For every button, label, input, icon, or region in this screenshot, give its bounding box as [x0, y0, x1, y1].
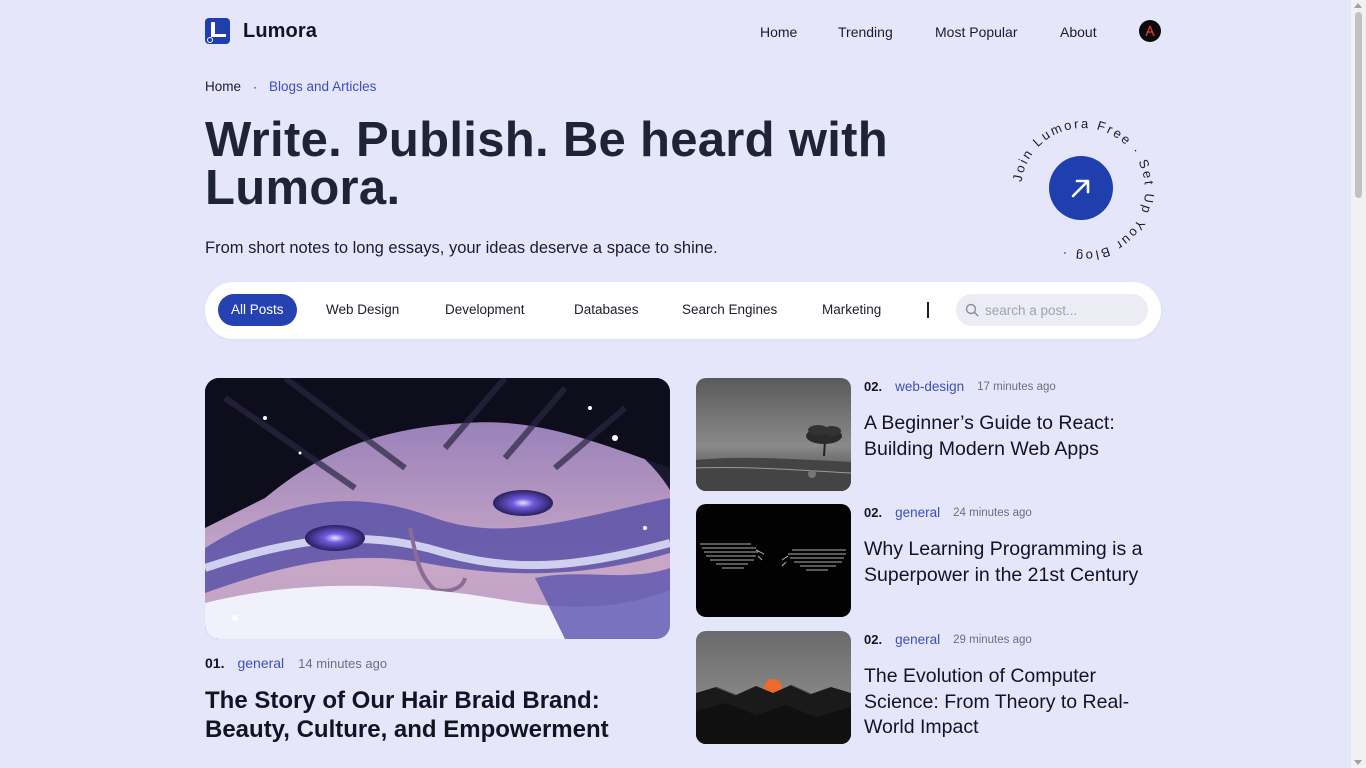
nav-home[interactable]: Home	[760, 24, 797, 40]
post-time: 29 minutes ago	[953, 633, 1032, 646]
category-filter-bar: All Posts Web Design Development Databas…	[205, 282, 1161, 339]
avatar-logo-icon	[1145, 25, 1155, 37]
post-time: 17 minutes ago	[977, 380, 1056, 393]
logo-icon	[205, 18, 230, 44]
join-button[interactable]	[1049, 156, 1113, 220]
nav-trending[interactable]: Trending	[838, 24, 893, 40]
post-thumbnail[interactable]	[696, 631, 851, 744]
list-item[interactable]: 02. general 29 minutes ago The Evolution…	[696, 631, 1161, 745]
search-input[interactable]	[985, 294, 1140, 326]
breadcrumb-home[interactable]: Home	[205, 79, 241, 94]
list-item[interactable]: 02. general 24 minutes ago Why Learning …	[696, 504, 1161, 618]
filter-all-posts[interactable]: All Posts	[218, 294, 297, 326]
page-scrollbar[interactable]	[1351, 0, 1366, 768]
brand-logo[interactable]: Lumora	[205, 18, 317, 44]
filter-web-design[interactable]: Web Design	[326, 294, 399, 326]
page-title: Write. Publish. Be heard with Lumora.	[205, 113, 888, 215]
nav-most-popular[interactable]: Most Popular	[935, 24, 1017, 40]
featured-post-title[interactable]: The Story of Our Hair Braid Brand: Beaut…	[205, 686, 675, 744]
post-image	[696, 504, 851, 617]
post-category[interactable]: general	[237, 655, 284, 671]
post-meta: 02. general 29 minutes ago	[864, 632, 1032, 647]
post-number: 02.	[864, 379, 883, 394]
search-icon	[965, 303, 979, 317]
arrow-up-right-icon	[1071, 179, 1090, 198]
post-category[interactable]: general	[895, 632, 940, 647]
featured-post-image[interactable]	[205, 378, 670, 639]
filter-databases[interactable]: Databases	[574, 294, 639, 326]
search-box[interactable]	[956, 294, 1148, 326]
illustration-image	[205, 378, 670, 639]
page-subtitle: From short notes to long essays, your id…	[205, 239, 718, 257]
post-thumbnail[interactable]	[696, 504, 851, 617]
scroll-up-arrow-icon[interactable]	[1354, 3, 1362, 8]
scroll-down-arrow-icon[interactable]	[1354, 760, 1362, 765]
post-image	[696, 631, 851, 744]
brand-name: Lumora	[243, 19, 317, 42]
post-title[interactable]: The Evolution of Computer Science: From …	[864, 664, 1159, 741]
featured-post-meta: 01. general 14 minutes ago	[205, 655, 387, 671]
filter-development[interactable]: Development	[445, 294, 525, 326]
filter-marketing[interactable]: Marketing	[822, 294, 881, 326]
user-avatar[interactable]	[1139, 20, 1161, 42]
post-thumbnail[interactable]	[696, 378, 851, 491]
post-time: 14 minutes ago	[298, 655, 388, 671]
post-title[interactable]: A Beginner’s Guide to React: Building Mo…	[864, 411, 1159, 462]
filter-divider	[927, 302, 929, 318]
post-category[interactable]: web-design	[895, 379, 964, 394]
post-meta: 02. web-design 17 minutes ago	[864, 379, 1056, 394]
nav-about[interactable]: About	[1060, 24, 1097, 40]
post-time: 24 minutes ago	[953, 506, 1032, 519]
post-meta: 02. general 24 minutes ago	[864, 505, 1032, 520]
post-number: 02.	[864, 505, 883, 520]
post-number: 01.	[205, 655, 225, 671]
join-badge[interactable]: Join Lumora Free · Set Up Your Blog ·	[1005, 112, 1161, 268]
post-category[interactable]: general	[895, 505, 940, 520]
header: Lumora Home Trending Most Popular About	[205, 17, 1161, 47]
post-title[interactable]: Why Learning Programming is a Superpower…	[864, 537, 1159, 588]
breadcrumb: Home · Blogs and Articles	[205, 79, 376, 94]
list-item[interactable]: 02. web-design 17 minutes ago A Beginner…	[696, 378, 1161, 492]
breadcrumb-separator: ·	[253, 79, 258, 94]
post-number: 02.	[864, 632, 883, 647]
breadcrumb-current: Blogs and Articles	[269, 79, 377, 94]
post-image	[696, 378, 851, 491]
filter-search-engines[interactable]: Search Engines	[682, 294, 777, 326]
scrollbar-thumb[interactable]	[1355, 12, 1362, 198]
